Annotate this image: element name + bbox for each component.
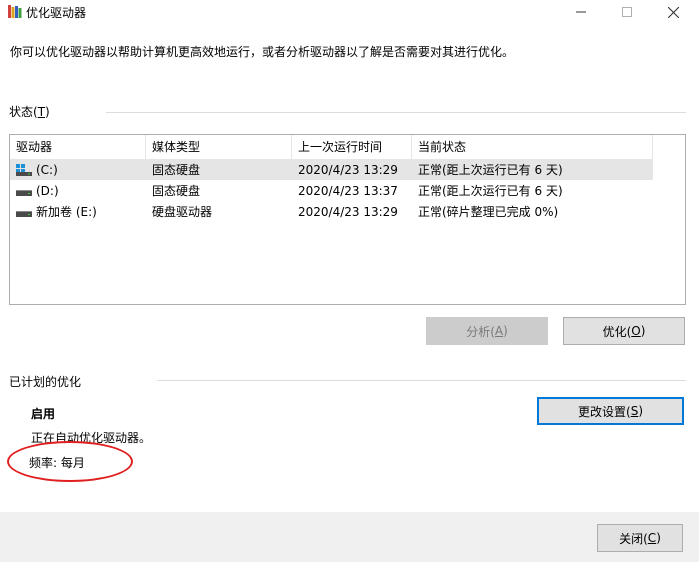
drive-name: 新加卷 (E:): [36, 205, 97, 219]
table-row[interactable]: 新加卷 (E:) 硬盘驱动器 2020/4/23 13:29 正常(碎片整理已完…: [10, 201, 653, 222]
optimize-end: ): [640, 324, 646, 338]
status-cell: 正常(距上次运行已有 6 天): [418, 163, 563, 177]
column-header-media-type[interactable]: 媒体类型: [146, 135, 292, 159]
media-type-cell: 固态硬盘: [152, 184, 201, 198]
drive-name: (D:): [36, 183, 59, 198]
analyze-label: 分析(: [466, 324, 495, 339]
status-divider: [106, 112, 686, 113]
status-label-key: T: [37, 105, 46, 119]
system-drive-icon: [16, 163, 32, 176]
drive-list[interactable]: 驱动器 媒体类型 上一次运行时间 当前状态 (C:) 固态硬盘 2020/4/2…: [9, 134, 686, 305]
column-header-drive[interactable]: 驱动器: [10, 135, 146, 159]
drive-cell: (D:): [10, 184, 146, 198]
status-label-text: 状态(: [9, 105, 38, 119]
drive-cell: (C:): [10, 163, 146, 177]
last-run-cell: 2020/4/23 13:37: [298, 183, 398, 198]
close-window-button[interactable]: [650, 0, 696, 24]
schedule-state: 启用: [31, 407, 56, 421]
table-row[interactable]: (C:) 固态硬盘 2020/4/23 13:29 正常(距上次运行已有 6 天…: [10, 159, 653, 180]
optimize-key: O: [631, 324, 641, 338]
drive-icon: [16, 189, 32, 196]
analyze-end: ): [503, 324, 508, 338]
minimize-button[interactable]: [558, 0, 604, 24]
drive-cell: 新加卷 (E:): [10, 203, 146, 220]
intro-text: 你可以优化驱动器以帮助计算机更高效地运行，或者分析驱动器以了解是否需要对其进行优…: [10, 45, 515, 59]
status-cell: 正常(碎片整理已完成 0%): [418, 205, 559, 219]
optimize-button[interactable]: 优化(O): [563, 317, 685, 345]
change-settings-end: ): [638, 404, 643, 418]
schedule-section-label: 已计划的优化: [9, 375, 82, 389]
minimize-icon: [576, 11, 586, 13]
media-type-cell: 硬盘驱动器: [152, 205, 213, 219]
close-icon: [667, 6, 679, 18]
drive-list-header: 驱动器 媒体类型 上一次运行时间 当前状态: [10, 135, 653, 159]
analyze-key: A: [494, 324, 504, 338]
close-key: C: [647, 531, 657, 545]
media-type-cell: 固态硬盘: [152, 163, 201, 177]
change-settings-button[interactable]: 更改设置(S): [537, 397, 684, 425]
column-header-status[interactable]: 当前状态: [412, 135, 653, 159]
status-cell: 正常(距上次运行已有 6 天): [418, 184, 563, 198]
change-settings-key: S: [630, 404, 639, 418]
optimize-label: 优化(: [602, 324, 632, 339]
column-header-last-run[interactable]: 上一次运行时间: [292, 135, 412, 159]
schedule-divider: [157, 380, 686, 381]
drive-icon: [16, 210, 32, 217]
bottom-bar: [0, 512, 699, 562]
close-label: 关闭(: [619, 531, 648, 546]
maximize-icon: [622, 7, 632, 17]
window-title: 优化驱动器: [26, 6, 87, 20]
change-settings-label: 更改设置(: [578, 404, 631, 419]
status-section-label: 状态(T): [9, 103, 50, 120]
highlight-annotation: [7, 441, 133, 482]
app-icon: [8, 5, 22, 18]
drive-name: (C:): [36, 162, 58, 177]
status-label-end: ): [45, 105, 50, 119]
close-end: ): [656, 531, 661, 545]
close-button[interactable]: 关闭(C): [597, 524, 683, 552]
last-run-cell: 2020/4/23 13:29: [298, 204, 398, 219]
maximize-button[interactable]: [604, 0, 650, 24]
last-run-cell: 2020/4/23 13:29: [298, 162, 398, 177]
analyze-button[interactable]: 分析(A): [426, 317, 548, 345]
table-row[interactable]: (D:) 固态硬盘 2020/4/23 13:37 正常(距上次运行已有 6 天…: [10, 180, 653, 201]
